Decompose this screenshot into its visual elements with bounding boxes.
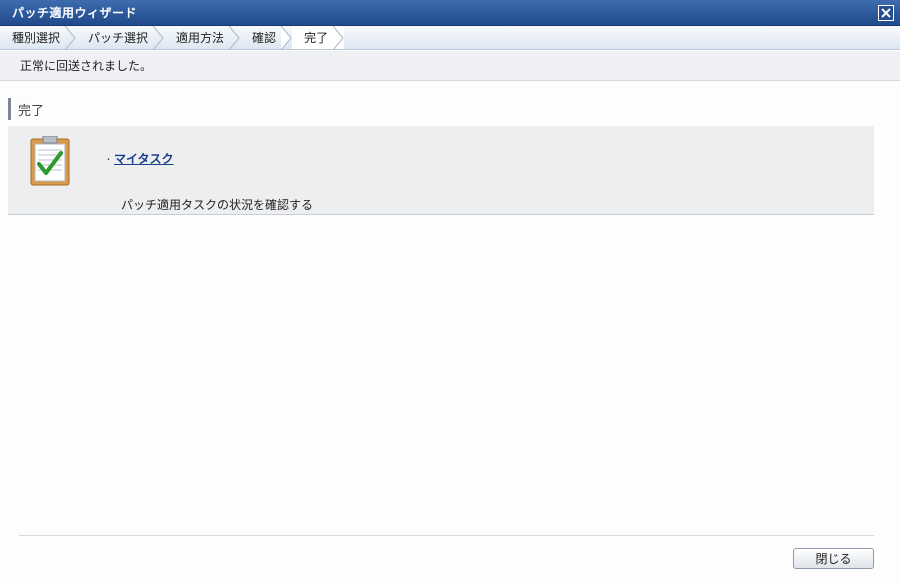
close-button[interactable]: 閉じる <box>793 548 874 569</box>
clipboard-check-icon <box>30 136 70 186</box>
section-title: 完了 <box>8 98 44 120</box>
step-separator-icon <box>152 26 164 50</box>
wizard-steps: 種別選択 パッチ選択 適用方法 確認 完了 <box>0 26 900 50</box>
status-message-text: 正常に回送されました。 <box>20 59 153 73</box>
task-panel: ･ マイタスク パッチ適用タスクの状況を確認する <box>8 126 874 215</box>
step-separator-icon <box>228 26 240 50</box>
bullet-icon: ･ <box>106 155 111 166</box>
window-titlebar: パッチ適用ウィザード <box>0 0 900 26</box>
close-icon <box>881 8 891 18</box>
window-close-button[interactable] <box>878 5 894 21</box>
step-separator-icon <box>332 26 344 50</box>
step-apply-method: 適用方法 <box>164 26 240 50</box>
step-type-select: 種別選択 <box>0 26 76 50</box>
window-title: パッチ適用ウィザード <box>12 6 138 20</box>
task-link-row: ･ マイタスク <box>106 150 174 167</box>
status-message: 正常に回送されました。 <box>0 51 900 81</box>
task-description: パッチ適用タスクの状況を確認する <box>121 198 314 212</box>
footer-divider <box>19 535 874 536</box>
step-separator-icon <box>64 26 76 50</box>
main-content: 完了 ･ マイタスク パッチ適用タスクの状況を確認する 閉じる <box>0 82 900 584</box>
step-patch-select: パッチ選択 <box>76 26 164 50</box>
my-task-link[interactable]: マイタスク <box>114 150 174 167</box>
step-complete: 完了 <box>292 26 345 50</box>
